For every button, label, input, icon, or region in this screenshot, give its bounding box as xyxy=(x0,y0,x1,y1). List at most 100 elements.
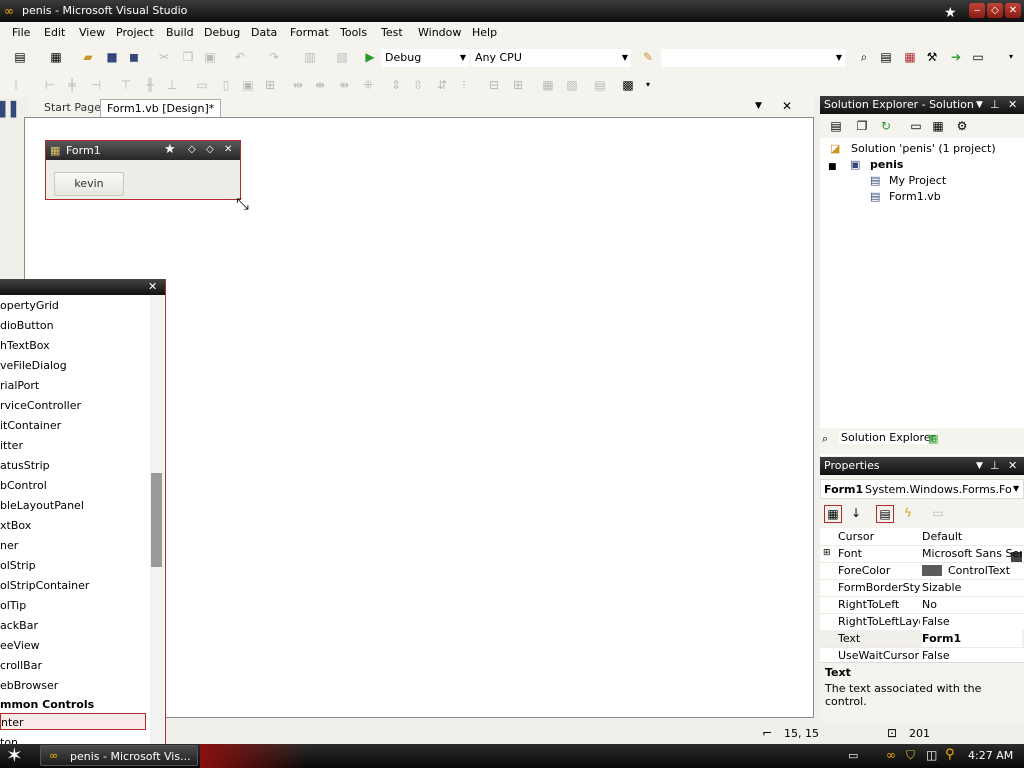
solution-platform-combo[interactable]: Any CPU ▼ xyxy=(470,48,632,68)
align-tops-icon[interactable]: ⊤ xyxy=(118,77,134,93)
open-folder-icon[interactable]: ▰ xyxy=(80,49,96,65)
equal-v-spacing-icon[interactable]: ⇕ xyxy=(388,77,404,93)
properties-icon[interactable]: ▤ xyxy=(828,118,844,134)
scrollbar-thumb[interactable] xyxy=(151,473,162,567)
security-shield-icon[interactable]: ⛉ xyxy=(906,748,915,763)
property-row[interactable]: Cursor Default xyxy=(820,528,1024,546)
find-in-files-icon[interactable]: ✎ xyxy=(640,49,656,65)
view-code-icon[interactable]: ▭ xyxy=(908,118,924,134)
tray-app-icon[interactable]: ∞ xyxy=(886,748,896,762)
class-diagram-icon[interactable]: ⚙ xyxy=(954,118,970,134)
menu-window[interactable]: Window xyxy=(418,26,461,39)
categorized-icon[interactable]: ▦ xyxy=(824,505,842,523)
toolbox-item[interactable]: atusStrip xyxy=(0,456,50,476)
toolbar-options-icon[interactable]: ▾ xyxy=(640,77,656,93)
expand-icon[interactable]: ⊞ xyxy=(823,545,831,562)
toolbox-item[interactable]: rviceController xyxy=(0,396,81,416)
lock-controls-icon[interactable]: ▩ xyxy=(620,77,636,93)
toolbox-item[interactable]: opertyGrid xyxy=(0,296,59,316)
form1-design[interactable]: ▦ Form1 ★ ◇ ◇ ✕ kevin xyxy=(45,140,241,200)
property-row-selected[interactable]: Text Form1 xyxy=(820,630,1024,648)
chevron-down-icon[interactable]: ▼ xyxy=(755,101,762,111)
undo-icon[interactable]: ↶ xyxy=(232,49,248,65)
search-icon[interactable]: ⚲ xyxy=(945,747,955,762)
toolbox-item[interactable]: rialPort xyxy=(0,376,39,396)
close-icon[interactable]: ✕ xyxy=(1008,96,1017,114)
collapse-icon[interactable]: ■ xyxy=(828,162,837,172)
close-button[interactable]: ✕ xyxy=(1005,3,1021,18)
decrease-v-spacing-icon[interactable]: ⇵ xyxy=(434,77,450,93)
tab-start-page[interactable]: Start Page xyxy=(38,99,107,116)
toolbox-item[interactable]: xtBox xyxy=(0,516,31,536)
menu-view[interactable]: View xyxy=(79,26,105,39)
chevron-down-icon[interactable]: ▼ xyxy=(976,457,983,475)
property-row[interactable]: RightToLeft No xyxy=(820,596,1024,614)
object-browser-icon[interactable]: ▦ xyxy=(902,49,918,65)
align-rights-icon[interactable]: ⊣ xyxy=(88,77,104,93)
property-row[interactable]: ⊞ Font Microsoft Sans Serif xyxy=(820,545,1024,563)
toolbox-scrollbar[interactable] xyxy=(150,295,164,747)
chevron-down-icon[interactable]: ▼ xyxy=(976,96,983,114)
toolbox-item[interactable]: itter xyxy=(0,436,23,456)
new-project-icon[interactable]: ▤ xyxy=(12,49,28,65)
maximize-button[interactable]: ◇ xyxy=(987,3,1003,18)
save-icon[interactable]: ■ xyxy=(104,49,120,65)
increase-h-spacing-icon[interactable]: ⇼ xyxy=(312,77,328,93)
property-pages-icon[interactable]: ▭ xyxy=(930,505,946,521)
redo-icon[interactable]: ↷ xyxy=(266,49,282,65)
properties-window-icon[interactable]: ▤ xyxy=(878,49,894,65)
size-to-grid-icon[interactable]: ⊞ xyxy=(262,77,278,93)
taskbar-task-button[interactable]: ∞ penis - Microsoft Vis... xyxy=(40,745,198,766)
menu-file[interactable]: File xyxy=(12,26,30,39)
menu-data[interactable]: Data xyxy=(251,26,277,39)
object-selector[interactable]: Form1 System.Windows.Forms.Form ▼ xyxy=(820,479,1024,499)
toolbox-item[interactable]: crollBar xyxy=(0,656,42,676)
keyboard-icon[interactable]: ▭ xyxy=(848,749,858,762)
toolbox-item[interactable]: ackBar xyxy=(0,616,38,636)
menu-help[interactable]: Help xyxy=(472,26,497,39)
resize-handle-icon[interactable]: ⤡ xyxy=(236,194,249,214)
paste-icon[interactable]: ▣ xyxy=(202,49,218,65)
menu-build[interactable]: Build xyxy=(166,26,194,39)
cut-icon[interactable]: ✂ xyxy=(156,49,172,65)
close-icon[interactable]: ✕ xyxy=(782,99,792,113)
toolbox-section-header[interactable]: mmon Controls xyxy=(0,695,94,715)
toolbox-item[interactable]: bleLayoutPanel xyxy=(0,496,84,516)
find-combo[interactable]: ▼ xyxy=(660,48,846,68)
align-bottoms-icon[interactable]: ⊥ xyxy=(164,77,180,93)
increase-v-spacing-icon[interactable]: ⇳ xyxy=(410,77,426,93)
send-to-back-icon[interactable]: ▧ xyxy=(564,77,580,93)
add-item-icon[interactable]: ▦ xyxy=(48,49,64,65)
pin-icon[interactable]: ⊥ xyxy=(990,457,1000,475)
property-row[interactable]: FormBorderStyleSizable xyxy=(820,579,1024,597)
toolbox-item[interactable]: olStrip xyxy=(0,556,36,576)
bring-to-front-icon[interactable]: ▦ xyxy=(540,77,556,93)
make-same-width-icon[interactable]: ▭ xyxy=(194,77,210,93)
start-debugging-icon[interactable]: ▶ xyxy=(362,49,378,65)
property-row[interactable]: ForeColor ControlText xyxy=(820,562,1024,580)
make-same-size-icon[interactable]: ▣ xyxy=(240,77,256,93)
align-middles-icon[interactable]: ╫ xyxy=(142,77,158,93)
tree-item-form1[interactable]: Form1.vb xyxy=(889,190,941,203)
toolbox-item[interactable]: eeView xyxy=(0,636,40,656)
start-button-star-icon[interactable]: ✶ xyxy=(6,744,23,766)
remove-h-spacing-icon[interactable]: ⁜ xyxy=(360,77,376,93)
tab-solution-explorer[interactable]: Solution Explorer xyxy=(839,431,938,444)
toolbox-item[interactable]: veFileDialog xyxy=(0,356,67,376)
start-page-icon[interactable]: ➔ xyxy=(948,49,964,65)
events-icon[interactable]: ϟ xyxy=(900,505,916,521)
solution-explorer-icon[interactable]: ⌕ xyxy=(856,49,872,65)
menu-tools[interactable]: Tools xyxy=(340,26,367,39)
tree-item-my-project[interactable]: My Project xyxy=(889,174,946,187)
menu-debug[interactable]: Debug xyxy=(204,26,240,39)
align-lefts-icon[interactable]: ⊢ xyxy=(42,77,58,93)
menu-project[interactable]: Project xyxy=(116,26,154,39)
toolbox-item-selected[interactable]: nter xyxy=(0,713,146,730)
project-node[interactable]: penis xyxy=(870,158,903,171)
make-same-height-icon[interactable]: ▯ xyxy=(218,77,234,93)
remove-v-spacing-icon[interactable]: ⁝ xyxy=(456,77,472,93)
toolbox-item[interactable]: dioButton xyxy=(0,316,54,336)
tab-form1-design[interactable]: Form1.vb [Design]* xyxy=(100,99,222,117)
alphabetical-icon[interactable]: ↓ xyxy=(848,505,864,521)
volume-icon[interactable]: ◫ xyxy=(926,748,937,762)
